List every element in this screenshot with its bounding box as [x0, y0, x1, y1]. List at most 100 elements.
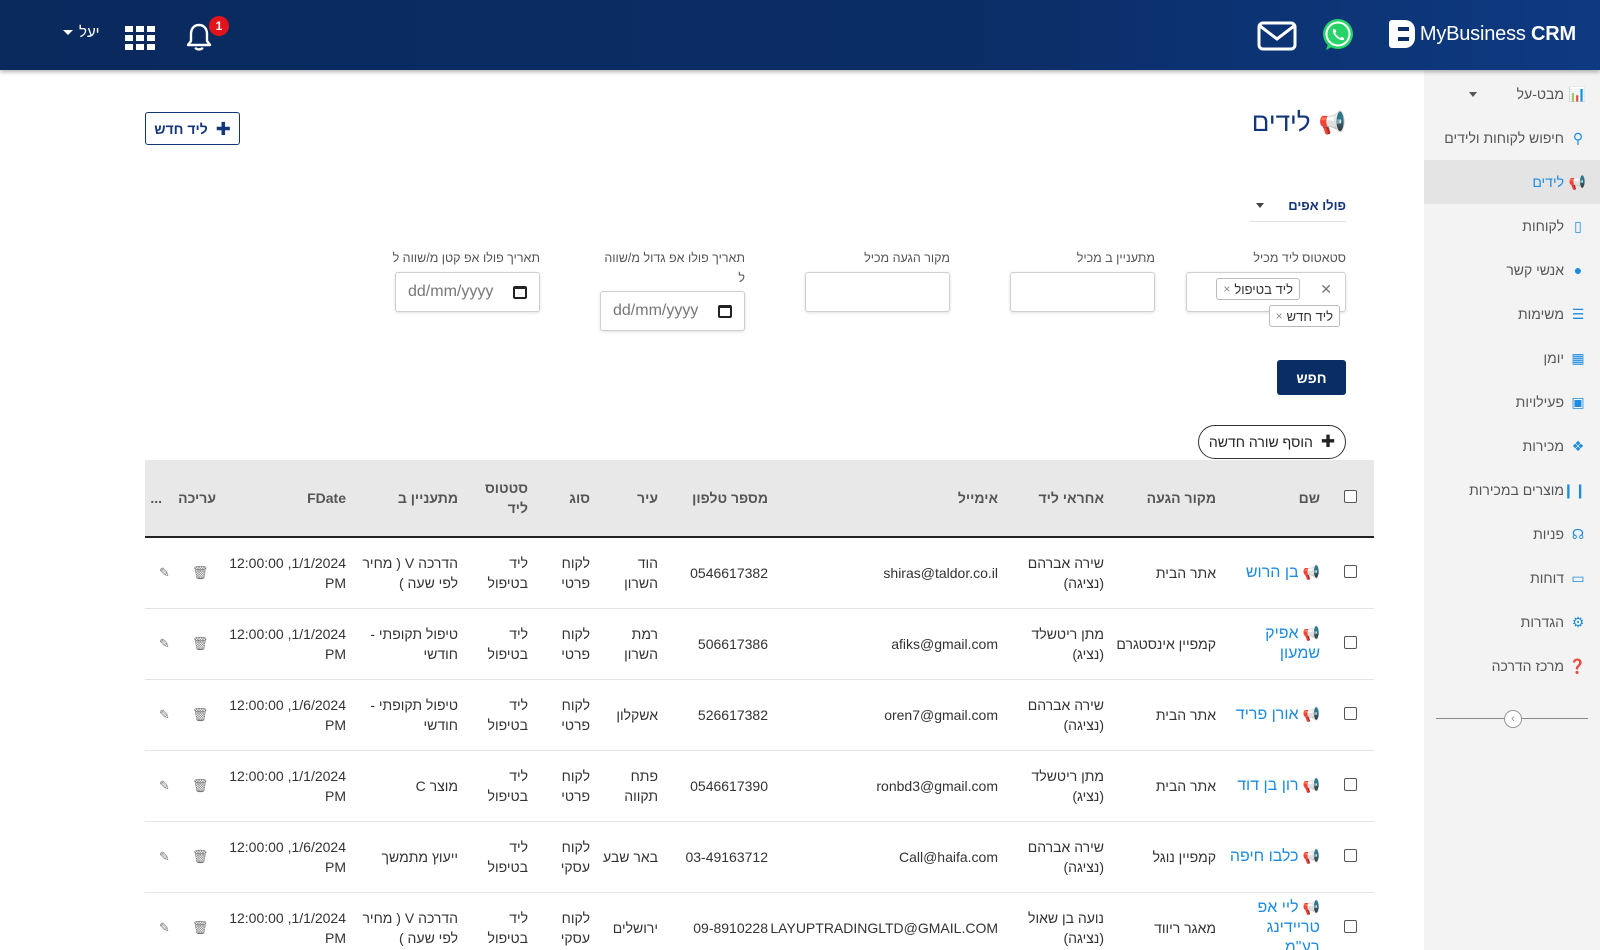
- lead-interest: ייעוץ מתמשך: [381, 848, 458, 865]
- delete-icon[interactable]: 🗑: [192, 918, 209, 938]
- sidebar-item-label: פניות: [1533, 526, 1564, 542]
- remove-tag-icon[interactable]: ×: [1223, 282, 1230, 296]
- lead-type: לקוח עסקי: [560, 909, 590, 946]
- delete-icon[interactable]: 🗑: [192, 563, 209, 583]
- date-placeholder: dd/mm/yyyy: [613, 302, 699, 319]
- brand-logo[interactable]: MyBusiness CRM: [1388, 20, 1576, 48]
- sidebar-item-sales[interactable]: ❖ מכירות: [1424, 424, 1600, 468]
- sidebar-item-leads[interactable]: 📢 לידים: [1424, 160, 1600, 204]
- column-header[interactable]: מתעניין ב: [352, 460, 464, 538]
- table-row[interactable]: 📢בן הרוש אתר הבית שירה אברהם (נציגה) shi…: [145, 537, 1374, 608]
- column-header[interactable]: סטטוס ליד: [464, 460, 534, 538]
- followup-to-date-input[interactable]: dd/mm/yyyy: [395, 272, 540, 312]
- row-checkbox[interactable]: [1343, 564, 1357, 578]
- sidebar-item-customers[interactable]: ▯ לקוחות: [1424, 204, 1600, 248]
- row-checkbox[interactable]: [1343, 635, 1357, 649]
- table-row[interactable]: 📢אפיק שמעון קמפיין אינסטגרם מתן ריטשלד (…: [145, 608, 1374, 679]
- sidebar-item-calendar[interactable]: ▦ יומן: [1424, 336, 1600, 380]
- lead-source: אתר הבית: [1155, 777, 1216, 794]
- lead-name[interactable]: כלבו חיפה: [1230, 848, 1299, 865]
- interested-label: מתעניין ב מכיל: [1076, 251, 1155, 265]
- row-checkbox[interactable]: [1343, 777, 1357, 791]
- calendar-icon[interactable]: [513, 285, 527, 299]
- more-columns-icon[interactable]: ...: [145, 460, 168, 538]
- new-lead-button[interactable]: ✚ ליד חדש: [145, 112, 240, 145]
- column-header[interactable]: FDate: [222, 460, 352, 538]
- table-row[interactable]: 📢כלבו חיפה קמפיין נוגל שירה אברהם (נציגה…: [145, 821, 1374, 892]
- column-header[interactable]: מקור הגעה: [1110, 460, 1222, 538]
- lead-status-tag[interactable]: ליד חדש ×: [1268, 305, 1340, 327]
- mail-icon[interactable]: [1257, 21, 1297, 51]
- table-row[interactable]: 📢רון בן דוד אתר הבית מתן ריטשלד (נציג) r…: [145, 750, 1374, 821]
- table-row[interactable]: 📢ליי אפ טריידינג בע"מ מאגר ריווד נועה בן…: [145, 892, 1374, 950]
- delete-icon[interactable]: 🗑: [192, 847, 209, 867]
- column-header[interactable]: אימייל: [774, 460, 1004, 538]
- sidebar-item-tasks[interactable]: ☰ משימות: [1424, 292, 1600, 336]
- edit-icon[interactable]: ✎: [159, 918, 170, 938]
- lead-name[interactable]: רון בן דוד: [1237, 777, 1298, 794]
- source-input[interactable]: [805, 272, 950, 312]
- sidebar-item-products[interactable]: ❙❙ מוצרים במכירות: [1424, 468, 1600, 512]
- edit-icon[interactable]: ✎: [159, 634, 170, 654]
- user-menu[interactable]: יעל: [63, 24, 100, 41]
- lead-source: מאגר ריווד: [1154, 919, 1216, 936]
- follow-up-dropdown[interactable]: פולו אפים: [1250, 190, 1346, 222]
- search-button[interactable]: חפש: [1277, 360, 1346, 395]
- lead-name-link[interactable]: 📢אורן פריד: [1222, 679, 1326, 750]
- brand-name: MyBusiness: [1419, 22, 1526, 45]
- apps-grid-icon[interactable]: [125, 26, 155, 50]
- add-row-label: הוסף שורה חדשה: [1208, 434, 1313, 450]
- select-all-checkbox[interactable]: [1343, 490, 1357, 503]
- row-checkbox[interactable]: [1343, 706, 1357, 720]
- sidebar-item-inquiries[interactable]: ☊ פניות: [1424, 512, 1600, 556]
- lead-name[interactable]: אורן פריד: [1236, 706, 1299, 723]
- followup-from-date-input[interactable]: dd/mm/yyyy: [600, 291, 745, 331]
- delete-icon[interactable]: 🗑: [192, 705, 209, 725]
- edit-icon[interactable]: ✎: [159, 563, 170, 583]
- edit-icon[interactable]: ✎: [159, 705, 170, 725]
- sidebar-item-activities[interactable]: ▣ פעילויות: [1424, 380, 1600, 424]
- column-header[interactable]: עיר: [596, 460, 664, 538]
- chevron-down-icon: [63, 30, 73, 35]
- sidebar: 📊 מבט-על ⚲ חיפוש לקוחות ולידים 📢 לידים ▯…: [1424, 70, 1600, 950]
- sidebar-item-label: מרכז הדרכה: [1491, 658, 1564, 674]
- lead-name-link[interactable]: 📢בן הרוש: [1222, 537, 1326, 608]
- lead-status-tag[interactable]: ליד בטיפול ×: [1216, 278, 1300, 300]
- whatsapp-icon[interactable]: [1320, 17, 1356, 53]
- column-header: עריכה: [168, 460, 222, 538]
- sidebar-item-dashboard[interactable]: 📊 מבט-על: [1424, 72, 1600, 116]
- column-header[interactable]: מספר טלפון: [664, 460, 774, 538]
- add-row-button[interactable]: ✚ הוסף שורה חדשה: [1198, 425, 1346, 459]
- follow-up-label: פולו אפים: [1288, 198, 1346, 213]
- row-checkbox[interactable]: [1343, 919, 1357, 933]
- sidebar-item-search[interactable]: ⚲ חיפוש לקוחות ולידים: [1424, 116, 1600, 160]
- sidebar-item-settings[interactable]: ⚙ הגדרות: [1424, 600, 1600, 644]
- delete-icon[interactable]: 🗑: [192, 634, 209, 654]
- lead-city: רמת השרון: [624, 625, 658, 662]
- lead-phone: 0546617382: [690, 564, 768, 581]
- sidebar-item-reports[interactable]: ▭ דוחות: [1424, 556, 1600, 600]
- megaphone-icon: 📢: [1302, 706, 1320, 722]
- column-header[interactable]: סוג: [534, 460, 596, 538]
- delete-icon[interactable]: 🗑: [192, 776, 209, 796]
- table-row[interactable]: 📢אורן פריד אתר הבית שירה אברהם (נציגה) o…: [145, 679, 1374, 750]
- column-header[interactable]: שם: [1222, 460, 1326, 538]
- remove-tag-icon[interactable]: ×: [1276, 309, 1283, 323]
- column-header[interactable]: אחראי ליד: [1004, 460, 1110, 538]
- lead-name-link[interactable]: 📢אפיק שמעון: [1222, 608, 1326, 679]
- lead-name-link[interactable]: 📢רון בן דוד: [1222, 750, 1326, 821]
- lead-name-link[interactable]: 📢ליי אפ טריידינג בע"מ: [1222, 892, 1326, 950]
- lead-interest: הדרכה V ( מחיר לפי שעה ): [362, 909, 458, 946]
- edit-icon[interactable]: ✎: [159, 847, 170, 867]
- lead-name-link[interactable]: 📢כלבו חיפה: [1222, 821, 1326, 892]
- row-checkbox[interactable]: [1343, 848, 1357, 862]
- lead-status-label: סטאטוס ליד מכיל: [1253, 251, 1346, 265]
- clear-icon[interactable]: ✕: [1320, 281, 1332, 298]
- calendar-icon[interactable]: [718, 304, 732, 318]
- sidebar-item-help[interactable]: ❓ מרכז הדרכה: [1424, 644, 1600, 688]
- interested-input[interactable]: [1010, 272, 1155, 312]
- sidebar-item-contacts[interactable]: ● אנשי קשר: [1424, 248, 1600, 292]
- sidebar-collapse-toggle[interactable]: ‹: [1504, 710, 1522, 728]
- lead-name[interactable]: בן הרוש: [1246, 564, 1299, 581]
- edit-icon[interactable]: ✎: [159, 776, 170, 796]
